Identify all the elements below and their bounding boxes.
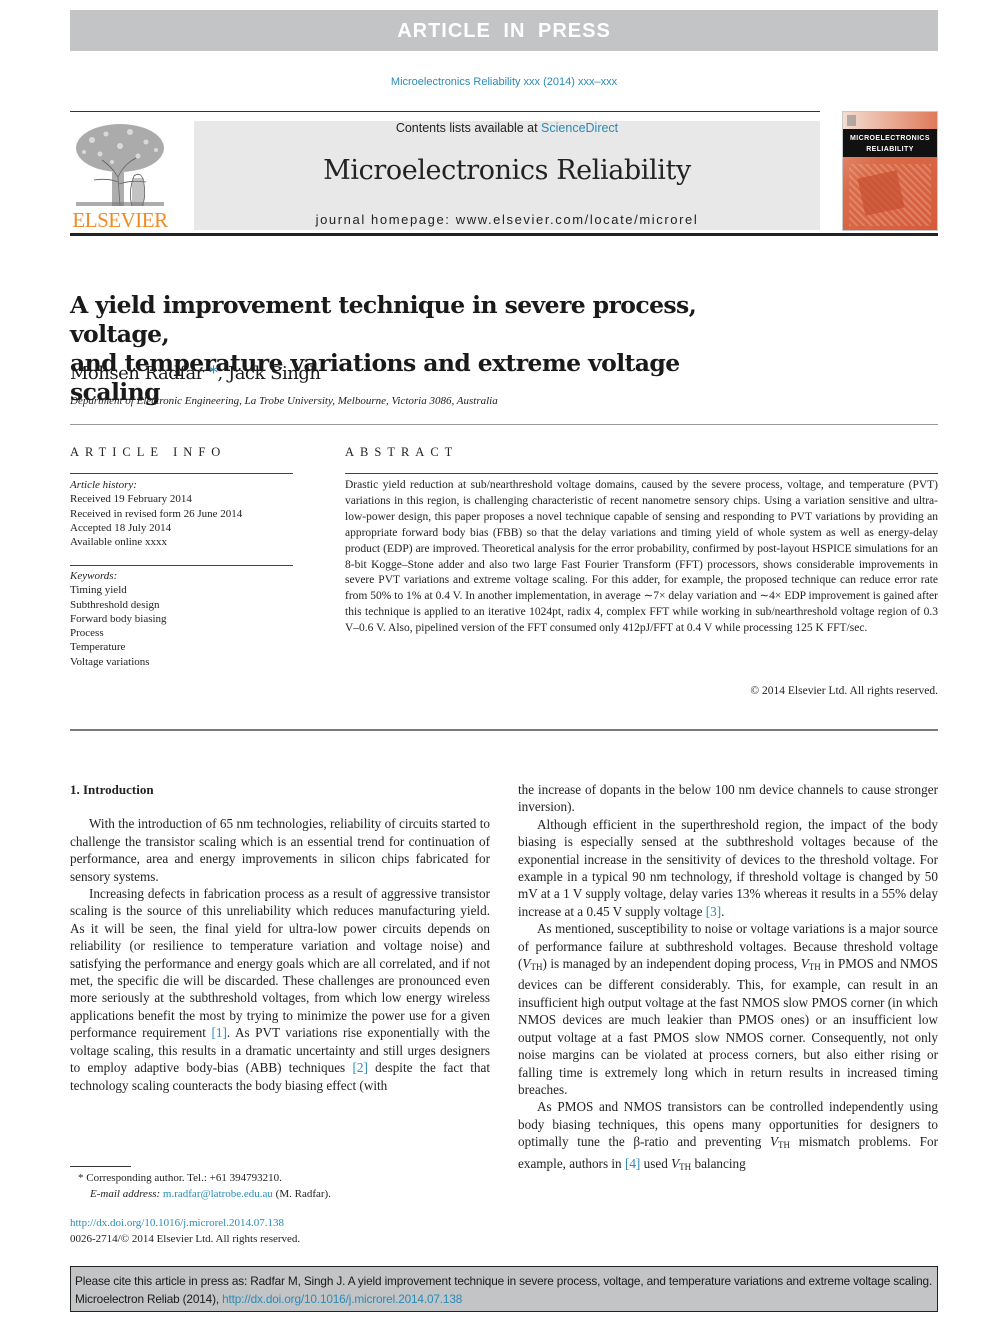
doi-link[interactable]: http://dx.doi.org/10.1016/j.microrel.201… (70, 1217, 284, 1229)
history-item: Received 19 February 2014 (70, 493, 192, 506)
elsevier-logo[interactable]: ELSEVIER (70, 120, 170, 232)
citation-text: Please cite this article in press as: Ra… (75, 1274, 933, 1306)
journal-cover-thumbnail[interactable]: MICROELECTRONICS RELIABILITY (842, 111, 938, 231)
citation-box: Please cite this article in press as: Ra… (70, 1266, 938, 1312)
article-title: A yield improvement technique in severe … (70, 291, 770, 407)
homepage-label: journal homepage: (315, 212, 456, 227)
journal-reference-link[interactable]: Microelectronics Reliability xxx (2014) … (0, 76, 992, 88)
keywords: Keywords: Timing yield Subthreshold desi… (70, 569, 300, 669)
keywords-label: Keywords: (70, 570, 118, 582)
issn-copyright: 0026-2714/© 2014 Elsevier Ltd. All right… (70, 1232, 301, 1245)
author-separator: , (217, 363, 228, 384)
corresponding-author-marker[interactable]: * (209, 363, 218, 384)
paragraph: Although efficient in the superthreshold… (518, 816, 938, 920)
vth-symbol: V (769, 1134, 779, 1150)
header-rule-top (70, 111, 820, 112)
paragraph-text: in PMOS and NMOS devices can be differen… (518, 956, 939, 1097)
cover-title-band: MICROELECTRONICS RELIABILITY (843, 129, 937, 157)
body-column-left: 1. Introduction With the introduction of… (70, 781, 490, 1094)
paragraph-text: Increasing defects in fabrication proces… (70, 886, 490, 1041)
article-history-label: Article history: (70, 479, 137, 491)
history-item: Accepted 18 July 2014 (70, 521, 172, 534)
article-history: Article history: Received 19 February 20… (70, 478, 300, 549)
vth-subscript: TH (808, 962, 821, 973)
paragraph: Increasing defects in fabrication proces… (70, 885, 490, 1094)
paragraph-text: ) is managed by an independent doping pr… (542, 956, 801, 972)
article-info-rule (70, 473, 293, 474)
journal-name: Microelectronics Reliability (323, 155, 691, 186)
cover-publisher-icon (847, 115, 856, 126)
vth-subscript: TH (778, 1140, 791, 1151)
reference-link-1[interactable]: [1] (211, 1025, 226, 1040)
sciencedirect-link[interactable]: ScienceDirect (541, 121, 618, 135)
abstract-heading: ABSTRACT (345, 445, 459, 459)
reference-link-3[interactable]: [3] (706, 904, 721, 919)
footnote-corresponding: Corresponding author. Tel.: +61 39479321… (83, 1172, 282, 1184)
vth-subscript: TH (679, 1161, 692, 1172)
keyword-item: Voltage variations (70, 655, 150, 668)
title-line-1: A yield improvement technique in severe … (70, 291, 697, 348)
keywords-rule (70, 565, 293, 566)
paragraph-text: . (721, 903, 725, 919)
affiliation: Department of Electronic Engineering, La… (70, 395, 498, 407)
email-label: E-mail address: (90, 1188, 163, 1200)
elsevier-wordmark: ELSEVIER (72, 208, 168, 232)
abstract-text: Drastic yield reduction at sub/nearthres… (345, 479, 938, 635)
author-name: Mohsen Radfar (70, 363, 204, 384)
doi-block: http://dx.doi.org/10.1016/j.microrel.201… (70, 1216, 300, 1247)
journal-header-box: Contents lists available at ScienceDirec… (194, 121, 820, 230)
contents-line: Contents lists available at ScienceDirec… (194, 121, 820, 135)
article-info-heading: ARTICLE INFO (70, 445, 227, 459)
cover-chip-icon (857, 170, 905, 216)
reference-link-2[interactable]: [2] (352, 1060, 367, 1075)
author-list: Mohsen Radfar *, Jack Singh (70, 363, 321, 384)
cover-title-line1: MICROELECTRONICS (850, 135, 930, 142)
homepage-url-link[interactable]: www.elsevier.com/locate/microrel (456, 212, 699, 227)
paragraph-text: Although efficient in the superthreshold… (518, 816, 938, 919)
keyword-item: Subthreshold design (70, 598, 160, 611)
paragraph: the increase of dopants in the below 100… (518, 781, 938, 816)
abstract-bottom-rule (70, 729, 938, 731)
author-email-link[interactable]: m.radfar@latrobe.edu.au (163, 1188, 273, 1200)
keyword-item: Temperature (70, 641, 126, 654)
paragraph: With the introduction of 65 nm technolog… (70, 815, 490, 885)
paragraph: As mentioned, susceptibility to noise or… (518, 920, 938, 1098)
footnote-rule (70, 1166, 131, 1167)
cover-title-line2: RELIABILITY (866, 146, 914, 153)
elsevier-tree-icon (76, 124, 164, 207)
section-heading-introduction: 1. Introduction (70, 782, 154, 797)
body-column-right: the increase of dopants in the below 100… (518, 781, 938, 1176)
keyword-item: Process (70, 627, 104, 640)
cover-top-strip (843, 112, 937, 129)
affiliation-rule (70, 424, 938, 425)
abstract-rule (345, 473, 938, 474)
paragraph: As PMOS and NMOS transistors can be cont… (518, 1098, 938, 1176)
corresponding-author-footnote: * Corresponding author. Tel.: +61 394793… (78, 1170, 331, 1202)
abstract-copyright: © 2014 Elsevier Ltd. All rights reserved… (750, 685, 938, 697)
paragraph-text: used (640, 1155, 672, 1171)
keyword-item: Forward body biasing (70, 612, 167, 625)
history-item: Received in revised form 26 June 2014 (70, 507, 243, 520)
paragraph-text: the increase of dopants in the below 100… (518, 782, 938, 815)
citation-doi-link[interactable]: http://dx.doi.org/10.1016/j.microrel.201… (222, 1292, 462, 1306)
vth-symbol: V (800, 956, 809, 972)
article-in-press-banner: ARTICLE IN PRESS (70, 10, 938, 51)
reference-link-4[interactable]: [4] (625, 1156, 640, 1171)
header-rule-bottom (70, 233, 938, 236)
journal-homepage: journal homepage: www.elsevier.com/locat… (194, 212, 820, 227)
vth-symbol: V (671, 1155, 680, 1171)
paragraph-text: With the introduction of 65 nm technolog… (70, 816, 490, 884)
keyword-item: Timing yield (70, 584, 127, 597)
email-suffix: (M. Radfar). (272, 1188, 331, 1200)
history-item: Available online xxxx (70, 536, 167, 549)
paragraph-text: balancing (691, 1155, 746, 1171)
author-name: Jack Singh (227, 363, 321, 384)
contents-prefix: Contents lists available at (395, 121, 542, 135)
vth-subscript: TH (530, 962, 543, 973)
